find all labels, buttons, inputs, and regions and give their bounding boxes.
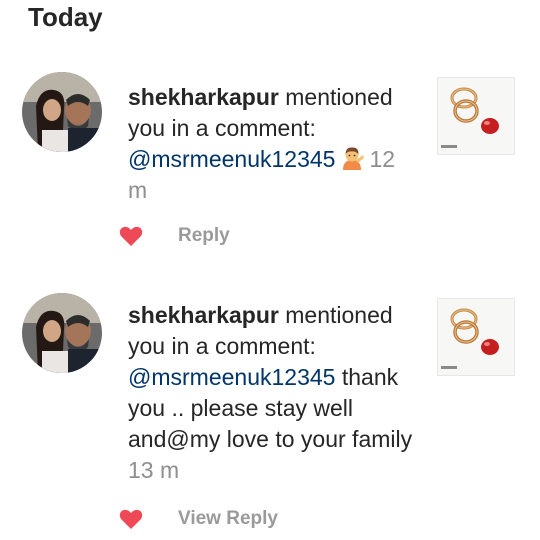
username-link[interactable]: shekharkapur [128, 84, 279, 110]
notification-text: shekharkapur mentioned you in a comment:… [128, 300, 418, 486]
avatar[interactable] [22, 72, 102, 152]
heart-icon[interactable] [119, 225, 143, 247]
mention-link[interactable]: @msrmeenuk12345 [128, 146, 335, 172]
username-link[interactable]: shekharkapur [128, 302, 279, 328]
person-tipping-hand-emoji [339, 146, 365, 170]
section-title: Today [28, 2, 103, 32]
heart-icon[interactable] [119, 508, 143, 530]
post-thumbnail[interactable] [437, 77, 515, 155]
reply-button[interactable]: Reply [178, 225, 230, 247]
avatar[interactable] [22, 293, 102, 373]
notification-text: shekharkapur mentioned you in a comment:… [128, 82, 418, 206]
timestamp: 13 m [128, 457, 180, 483]
mention-link[interactable]: @msrmeenuk12345 [128, 364, 335, 390]
post-thumbnail[interactable] [437, 298, 515, 376]
view-reply-button[interactable]: View Reply [178, 508, 278, 530]
